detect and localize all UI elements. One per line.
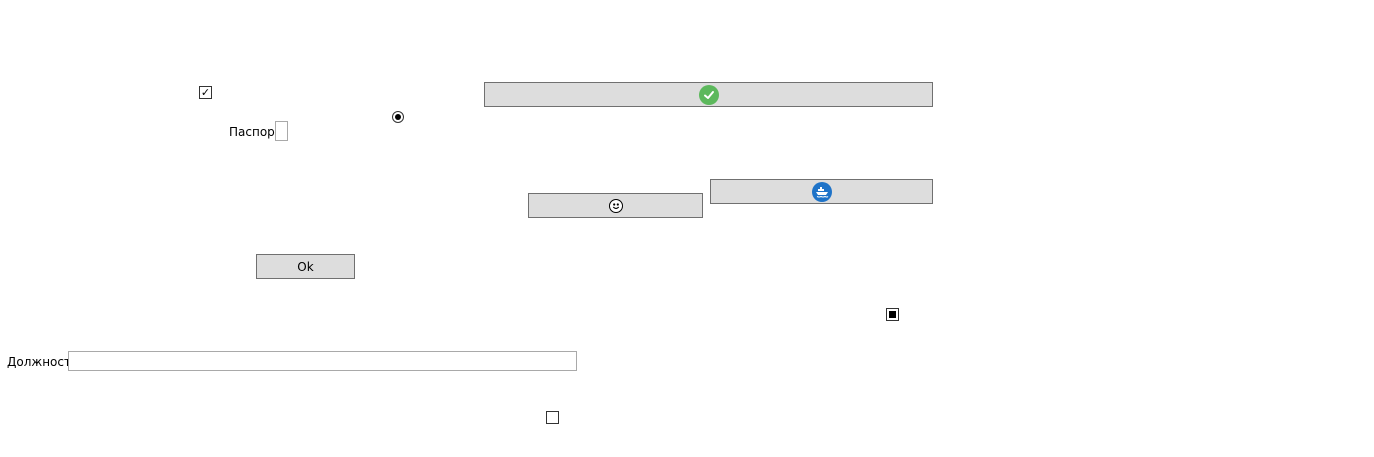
confirm-button[interactable] (484, 82, 933, 107)
check-circle-icon (698, 84, 719, 105)
passport-label: Паспорт (229, 125, 282, 139)
ship-refresh-icon (811, 181, 832, 202)
right-checkbox[interactable] (886, 308, 899, 321)
ok-button[interactable]: Ok (256, 254, 355, 279)
indeterminate-square-icon (889, 311, 896, 318)
position-input[interactable] (68, 351, 577, 371)
face-button[interactable] (528, 193, 703, 218)
smiley-face-icon (608, 198, 623, 213)
ship-button[interactable] (710, 179, 933, 204)
passport-input[interactable] (275, 121, 288, 141)
option-radio[interactable] (392, 111, 404, 123)
bottom-checkbox[interactable] (546, 411, 559, 424)
ok-button-label: Ok (297, 259, 314, 274)
radio-dot (395, 114, 401, 120)
top-checkbox[interactable]: ✓ (199, 86, 212, 99)
checkmark-icon: ✓ (200, 86, 211, 99)
